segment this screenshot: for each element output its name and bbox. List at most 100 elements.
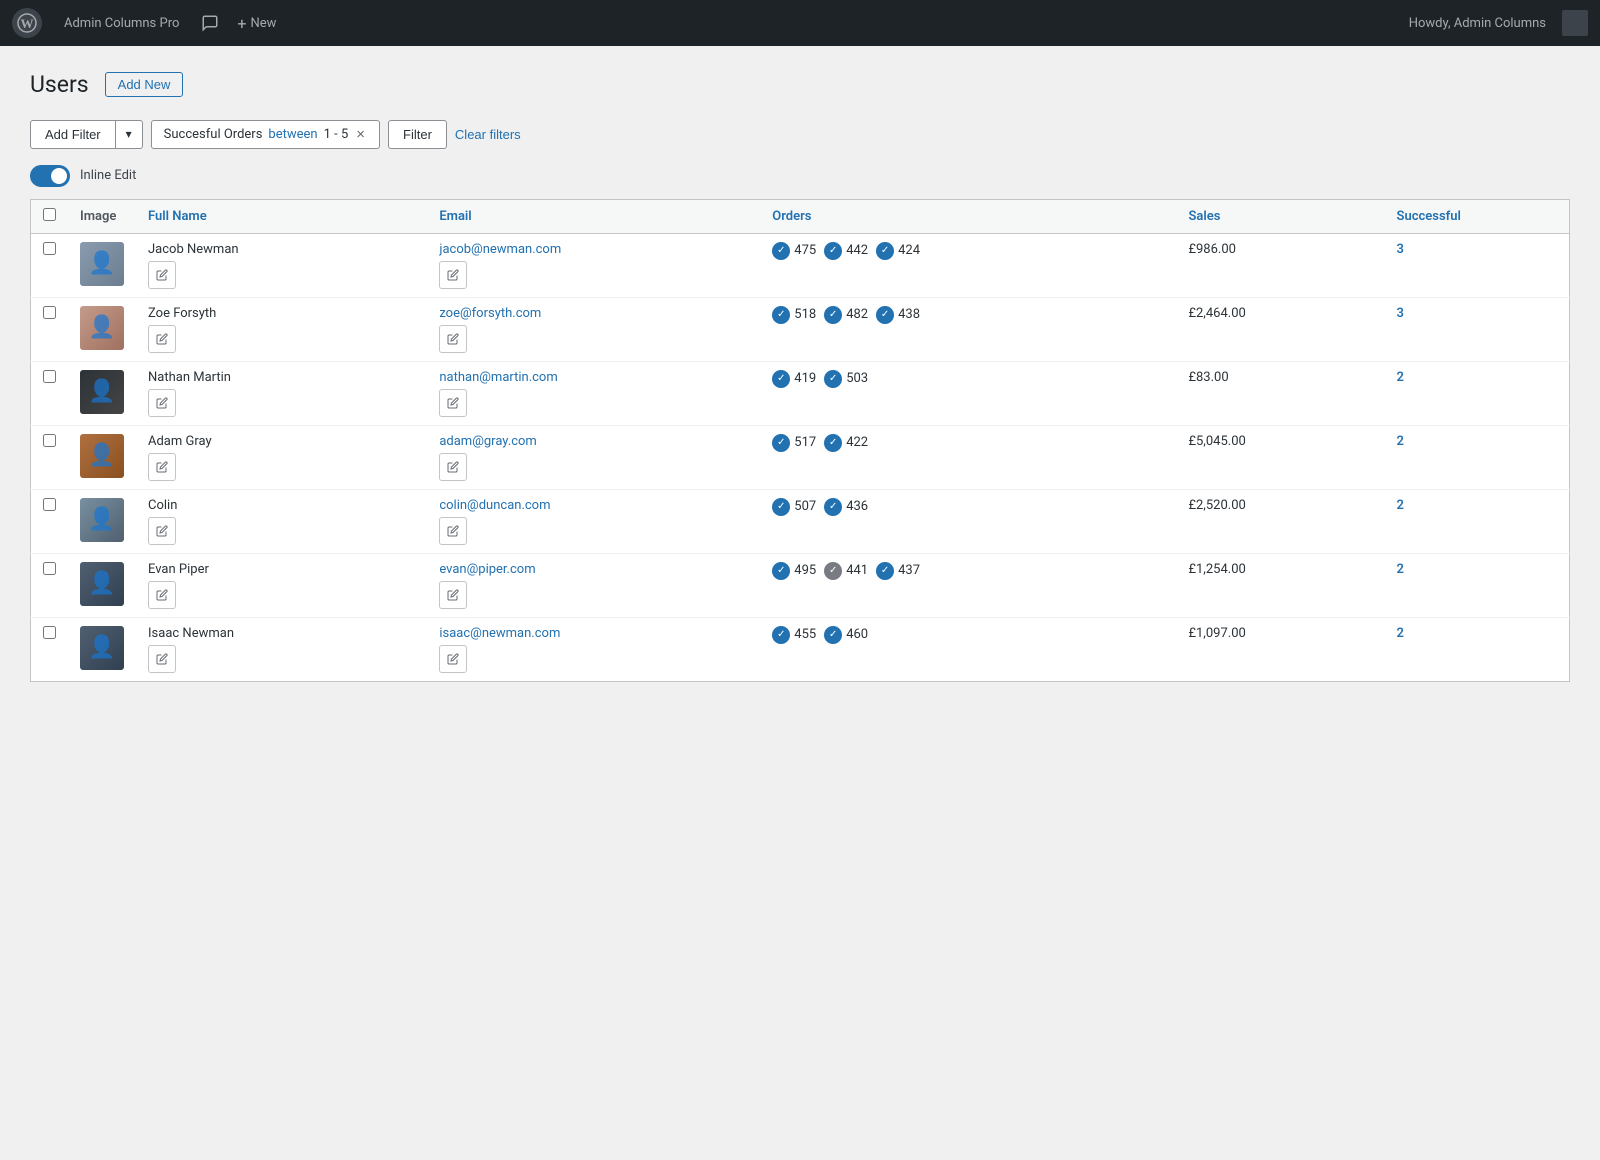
- col-sales[interactable]: Sales: [1176, 199, 1384, 233]
- order-badge: ✓507: [772, 498, 816, 516]
- col-successful[interactable]: Successful: [1385, 199, 1570, 233]
- col-email[interactable]: Email: [427, 199, 760, 233]
- table-row: 👤Zoe Forsythzoe@forsyth.com✓518✓482✓438£…: [31, 297, 1570, 361]
- successful-cell: 2: [1385, 553, 1570, 617]
- email-edit-button[interactable]: [439, 389, 467, 417]
- email-edit-button[interactable]: [439, 453, 467, 481]
- table-row: 👤Colincolin@duncan.com✓507✓436£2,520.002: [31, 489, 1570, 553]
- name-edit-button[interactable]: [148, 645, 176, 673]
- row-checkbox[interactable]: [43, 306, 56, 319]
- add-new-button[interactable]: Add New: [105, 72, 184, 97]
- successful-cell: 3: [1385, 297, 1570, 361]
- row-checkbox[interactable]: [43, 242, 56, 255]
- row-checkbox[interactable]: [43, 562, 56, 575]
- email-edit-button[interactable]: [439, 517, 467, 545]
- email-edit-button[interactable]: [439, 645, 467, 673]
- inline-edit-toggle[interactable]: [30, 165, 70, 187]
- filter-bar: Add Filter ▾ Succesful Orders between 1 …: [30, 120, 1570, 149]
- avatar-icon: 👤: [88, 251, 115, 276]
- plugin-name[interactable]: Admin Columns Pro: [56, 16, 187, 31]
- name-cell: Adam Gray: [136, 425, 427, 489]
- page-title: Users: [30, 70, 89, 100]
- table-row: 👤Evan Piperevan@piper.com✓495✓441✓437£1,…: [31, 553, 1570, 617]
- add-filter-button[interactable]: Add Filter: [31, 121, 115, 148]
- successful-cell: 2: [1385, 425, 1570, 489]
- order-number: 475: [794, 243, 816, 258]
- name-edit-button[interactable]: [148, 517, 176, 545]
- admin-bar: W Admin Columns Pro + New Howdy, Admin C…: [0, 0, 1600, 46]
- sales-value: £1,254.00: [1188, 562, 1245, 577]
- email-link[interactable]: adam@gray.com: [439, 434, 748, 449]
- row-checkbox-cell: [31, 553, 69, 617]
- avatar: 👤: [80, 562, 124, 606]
- row-checkbox[interactable]: [43, 498, 56, 511]
- sales-cell: £83.00: [1176, 361, 1384, 425]
- table-body: 👤Jacob Newmanjacob@newman.com✓475✓442✓42…: [31, 233, 1570, 681]
- sales-value: £2,520.00: [1188, 498, 1245, 513]
- name-edit-button[interactable]: [148, 453, 176, 481]
- successful-count: 2: [1397, 626, 1404, 641]
- chip-range: 1 - 5: [324, 127, 349, 142]
- filter-button[interactable]: Filter: [388, 120, 447, 149]
- order-number: 424: [898, 243, 920, 258]
- clear-filters-button[interactable]: Clear filters: [455, 127, 521, 142]
- row-checkbox[interactable]: [43, 626, 56, 639]
- row-checkbox-cell: [31, 233, 69, 297]
- email-link[interactable]: colin@duncan.com: [439, 498, 748, 513]
- avatar-cell: 👤: [68, 233, 136, 297]
- name-edit-button[interactable]: [148, 325, 176, 353]
- order-badge: ✓518: [772, 306, 816, 324]
- sales-cell: £986.00: [1176, 233, 1384, 297]
- sales-cell: £1,254.00: [1176, 553, 1384, 617]
- name-edit-button[interactable]: [148, 261, 176, 289]
- email-link[interactable]: nathan@martin.com: [439, 370, 748, 385]
- order-status-icon: ✓: [876, 562, 894, 580]
- select-all-checkbox[interactable]: [43, 208, 56, 221]
- new-label: New: [250, 16, 276, 31]
- email-link[interactable]: jacob@newman.com: [439, 242, 748, 257]
- name-cell: Nathan Martin: [136, 361, 427, 425]
- col-orders[interactable]: Orders: [760, 199, 1176, 233]
- email-link[interactable]: isaac@newman.com: [439, 626, 748, 641]
- order-status-icon: ✓: [772, 562, 790, 580]
- order-status-icon: ✓: [824, 242, 842, 260]
- comments-icon[interactable]: [195, 14, 225, 32]
- wp-logo[interactable]: W: [12, 8, 42, 38]
- sales-value: £1,097.00: [1188, 626, 1245, 641]
- email-edit-button[interactable]: [439, 581, 467, 609]
- row-checkbox[interactable]: [43, 434, 56, 447]
- row-checkbox[interactable]: [43, 370, 56, 383]
- new-content-button[interactable]: + New: [233, 14, 280, 33]
- successful-cell: 2: [1385, 489, 1570, 553]
- order-status-icon: ✓: [772, 498, 790, 516]
- col-full-name[interactable]: Full Name: [136, 199, 427, 233]
- order-badge: ✓460: [824, 626, 868, 644]
- table-row: 👤Isaac Newmanisaac@newman.com✓455✓460£1,…: [31, 617, 1570, 681]
- order-badge: ✓ 424: [876, 242, 920, 260]
- order-status-icon: ✓: [876, 242, 894, 260]
- order-number: 460: [846, 627, 868, 642]
- page-header: Users Add New: [30, 70, 1570, 100]
- add-filter-dropdown-button[interactable]: ▾: [115, 121, 142, 148]
- avatar-cell: 👤: [68, 489, 136, 553]
- email-link[interactable]: zoe@forsyth.com: [439, 306, 748, 321]
- order-badge: ✓503: [824, 370, 868, 388]
- order-badge: ✓442: [824, 242, 868, 260]
- order-status-icon: ✓: [824, 434, 842, 452]
- email-edit-button[interactable]: [439, 261, 467, 289]
- order-badge: ✓482: [824, 306, 868, 324]
- user-name: Adam Gray: [148, 434, 415, 449]
- email-edit-button[interactable]: [439, 325, 467, 353]
- name-cell: Isaac Newman: [136, 617, 427, 681]
- avatar-icon: 👤: [88, 315, 115, 340]
- user-name: Jacob Newman: [148, 242, 415, 257]
- email-link[interactable]: evan@piper.com: [439, 562, 748, 577]
- name-edit-button[interactable]: [148, 581, 176, 609]
- name-edit-button[interactable]: [148, 389, 176, 417]
- email-cell: evan@piper.com: [427, 553, 760, 617]
- avatar: 👤: [80, 242, 124, 286]
- avatar-cell: 👤: [68, 361, 136, 425]
- avatar: 👤: [80, 498, 124, 542]
- chip-close-button[interactable]: ×: [354, 127, 367, 142]
- admin-avatar[interactable]: [1562, 10, 1588, 36]
